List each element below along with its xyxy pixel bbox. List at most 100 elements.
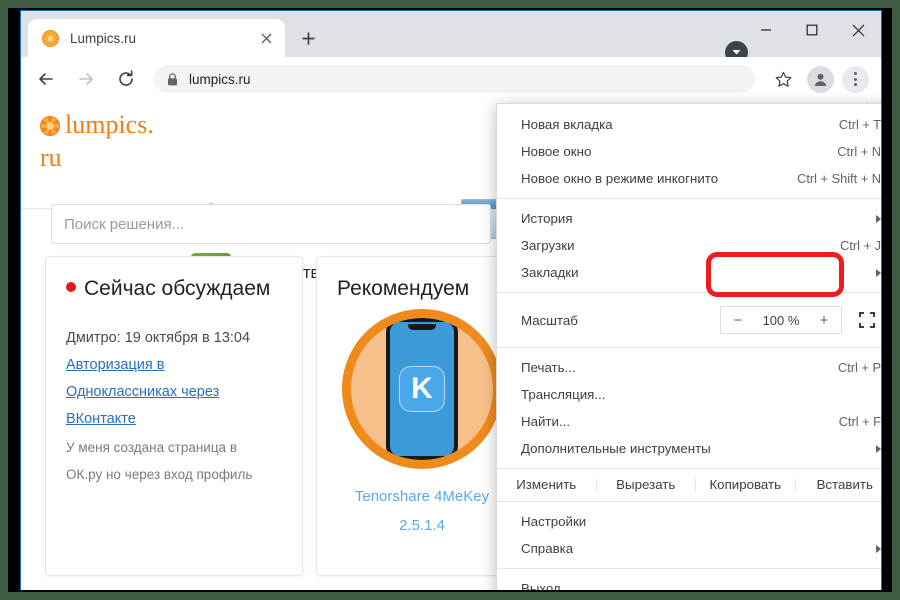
new-tab-button[interactable] (293, 23, 323, 53)
browser-window: Lumpics.ru lumpics.ru lumpics. ru Поиск … (21, 11, 881, 590)
menu-separator (497, 347, 881, 348)
menu-item-new-window[interactable]: Новое окно Ctrl + N (497, 138, 881, 165)
menu-item-label: Настройки (521, 514, 587, 529)
discussion-link-line[interactable]: Одноклассниках через (66, 379, 282, 406)
menu-item-downloads[interactable]: Загрузки Ctrl + J (497, 232, 881, 259)
discussion-excerpt-line: ОК.ру но через вход профиль (66, 467, 253, 483)
zoom-level-value: 100 % (762, 312, 800, 328)
menu-item-history[interactable]: История (497, 205, 881, 232)
menu-item-shortcut: Ctrl + T (838, 117, 881, 132)
orange-slice-icon (40, 116, 60, 136)
browser-toolbar: lumpics.ru (21, 57, 881, 101)
menu-item-label: Трансляция... (521, 387, 606, 402)
fullscreen-icon[interactable] (850, 312, 881, 328)
minimize-button[interactable] (743, 11, 789, 49)
discussion-card: Сейчас обсуждаем Дмитро: 19 октября в 13… (45, 256, 303, 576)
menu-item-label: Новое окно (521, 144, 592, 159)
menu-item-shortcut: Ctrl + F (838, 414, 881, 429)
phone-illustration: K (386, 318, 458, 460)
forward-arrow-icon[interactable] (71, 64, 101, 94)
menu-item-new-incognito-window[interactable]: Новое окно в режиме инкогнито Ctrl + Shi… (497, 165, 881, 192)
close-button[interactable] (835, 11, 881, 49)
menu-edit-row: Изменить Вырезать Копировать Вставить (497, 468, 881, 502)
copy-button[interactable]: Копировать (695, 478, 795, 492)
recommendation-item[interactable]: K Tenorshare 4MeKey 2.5.1.4 (337, 309, 507, 569)
site-logo[interactable]: lumpics. ru (40, 109, 180, 174)
chrome-menu-button[interactable] (842, 65, 869, 93)
zoom-label: Масштаб (521, 312, 578, 328)
product-version-line: 2.5.1.4 (399, 516, 445, 534)
chrome-main-menu: Новая вкладка Ctrl + T Новое окно Ctrl +… (496, 103, 881, 590)
cut-button[interactable]: Вырезать (595, 478, 696, 492)
tab-title: Lumpics.ru (70, 30, 137, 46)
menu-item-exit[interactable]: Выход (497, 575, 881, 590)
tab-strip: Lumpics.ru (21, 11, 881, 64)
menu-item-shortcut: Ctrl + P (837, 360, 881, 375)
menu-item-cast[interactable]: Трансляция... (497, 381, 881, 408)
site-search-input[interactable]: Поиск решения... (51, 204, 491, 244)
zoom-control-group: − 100 % + (720, 306, 842, 334)
discussion-excerpt-line: У меня создана страница в (66, 439, 237, 455)
menu-item-label: Найти... (521, 414, 571, 429)
menu-item-settings[interactable]: Настройки (497, 508, 881, 535)
submenu-arrow-icon (876, 444, 881, 453)
menu-item-label: Закладки (521, 265, 579, 280)
kebab-dot (854, 77, 857, 81)
toolbar-right-actions (763, 64, 873, 94)
zoom-in-button[interactable]: + (807, 312, 841, 329)
bookmark-star-icon[interactable] (768, 64, 798, 94)
menu-item-print[interactable]: Печать... Ctrl + P (497, 354, 881, 381)
menu-item-shortcut: Ctrl + J (840, 238, 881, 253)
menu-item-label: Дополнительные инструменты (521, 441, 711, 456)
logo-text-tld: ru (40, 142, 62, 172)
discussion-link-line[interactable]: Авторизация в (66, 352, 282, 379)
edit-label: Изменить (516, 477, 577, 493)
product-name-line: Tenorshare 4MeKey (354, 488, 490, 505)
menu-item-zoom: Масштаб − 100 % + (497, 299, 881, 341)
menu-separator (497, 198, 881, 199)
menu-item-label: Печать... (521, 360, 576, 375)
favicon-lumpics-icon (42, 29, 59, 47)
zoom-out-button[interactable]: − (721, 312, 755, 329)
menu-item-bookmarks[interactable]: Закладки (497, 259, 881, 286)
menu-item-label: Новая вкладка (521, 117, 613, 132)
lock-icon (167, 72, 178, 86)
url-text: lumpics.ru (189, 71, 251, 87)
menu-item-find[interactable]: Найти... Ctrl + F (497, 408, 881, 435)
address-bar[interactable]: lumpics.ru (154, 65, 755, 93)
kebab-dot (854, 72, 857, 75)
menu-item-more-tools[interactable]: Дополнительные инструменты (497, 435, 881, 462)
menu-item-label: Загрузки (521, 238, 575, 253)
menu-separator (497, 568, 881, 569)
menu-item-label: Выход (521, 581, 561, 590)
menu-item-shortcut: Ctrl + N (837, 144, 881, 159)
back-arrow-icon[interactable] (31, 64, 61, 94)
live-dot-icon (66, 282, 76, 292)
maximize-button[interactable] (789, 11, 835, 49)
menu-item-label: Новое окно в режиме инкогнито (521, 171, 719, 186)
discuss-title-text: Сейчас обсуждаем (84, 277, 271, 300)
menu-item-shortcut: Ctrl + Shift + N (797, 171, 881, 186)
close-tab-icon[interactable] (254, 26, 278, 50)
window-controls (743, 11, 881, 49)
submenu-arrow-icon (876, 268, 881, 277)
search-placeholder: Поиск решения... (64, 215, 185, 233)
menu-item-new-tab[interactable]: Новая вкладка Ctrl + T (497, 111, 881, 138)
submenu-arrow-icon (876, 544, 881, 553)
screenshot-root: Lumpics.ru lumpics.ru lumpics. ru Поиск … (0, 0, 900, 600)
app-badge-icon: K (399, 366, 445, 412)
discussion-meta: Дмитро: 19 октября в 13:04 (66, 330, 251, 347)
kebab-dot (854, 83, 857, 86)
submenu-arrow-icon (876, 214, 881, 223)
browser-tab[interactable]: Lumpics.ru (28, 19, 285, 57)
card-title: Сейчас обсуждаем (66, 275, 282, 303)
logo-text: lumpics. (65, 110, 154, 139)
reload-icon[interactable] (111, 64, 141, 94)
paste-button[interactable]: Вставить (794, 478, 882, 492)
profile-avatar-icon[interactable] (807, 65, 834, 93)
menu-separator (497, 292, 881, 293)
menu-item-help[interactable]: Справка (497, 535, 881, 562)
menu-item-label: История (521, 211, 573, 226)
menu-item-label: Справка (521, 541, 574, 556)
discussion-link-line[interactable]: ВКонтакте (66, 406, 282, 433)
